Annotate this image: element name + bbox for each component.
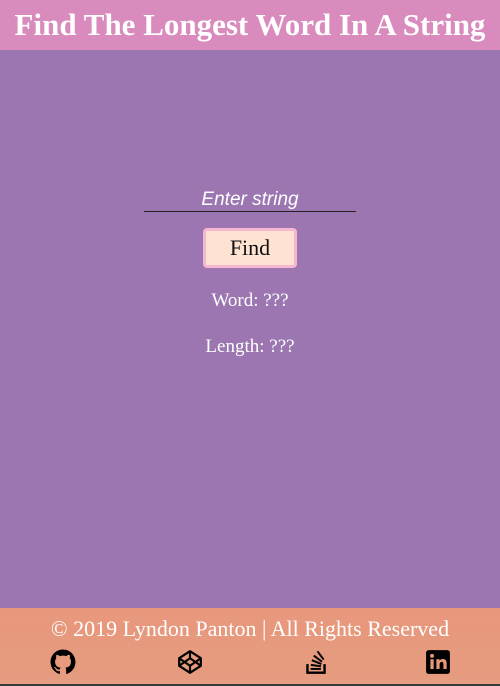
main-content: Find Word: ??? Length: ??? xyxy=(0,50,500,608)
footer: © 2019 Lyndon Panton | All Rights Reserv… xyxy=(0,608,500,686)
github-link[interactable] xyxy=(50,649,76,675)
github-icon xyxy=(50,649,76,675)
stackoverflow-link[interactable] xyxy=(303,649,329,675)
find-button[interactable]: Find xyxy=(203,228,297,268)
codepen-icon xyxy=(178,650,202,674)
header: Find The Longest Word In A String xyxy=(0,0,500,50)
string-input[interactable] xyxy=(144,188,356,212)
page-title: Find The Longest Word In A String xyxy=(14,7,486,42)
page: Find The Longest Word In A String Find W… xyxy=(0,0,500,686)
linkedin-link[interactable] xyxy=(425,649,451,675)
length-result: Length: ??? xyxy=(205,336,295,357)
codepen-link[interactable] xyxy=(177,649,203,675)
word-result: Word: ??? xyxy=(211,290,289,311)
copyright-text: © 2019 Lyndon Panton | All Rights Reserv… xyxy=(50,616,450,641)
stackoverflow-icon xyxy=(306,650,326,674)
linkedin-icon xyxy=(426,650,450,674)
